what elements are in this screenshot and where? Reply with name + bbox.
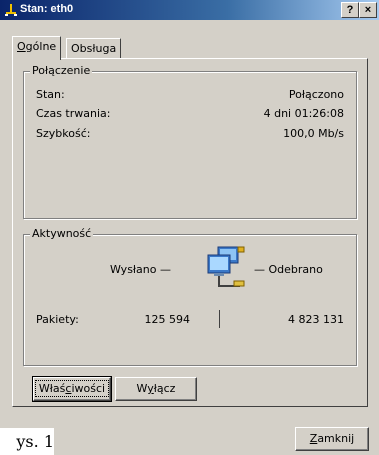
figure-caption: ys. 1 [0, 428, 54, 455]
packets-label: Pakiety: [36, 313, 79, 326]
duration-value: 4 dni 01:26:08 [263, 107, 344, 120]
tab-support[interactable]: Obsługa [66, 38, 122, 60]
close-label-rest: amknij [317, 432, 355, 445]
packets-sent-value: 125 594 [144, 313, 191, 326]
close-button[interactable]: Zamknij [295, 427, 369, 451]
tab-support-label: Obsługa [71, 42, 117, 55]
properties-label-prefix: Właś [38, 382, 66, 395]
dialog-window: Stan: eth0 ? × Ogólne Obsługa Połączenie… [0, 0, 379, 455]
close-window-button[interactable]: × [359, 2, 377, 18]
received-label: — Odebrano [254, 263, 323, 276]
window-title: Stan: eth0 [20, 3, 74, 15]
network-computers-icon [207, 246, 245, 287]
tab-general-mnemonic: O [17, 40, 26, 53]
status-label: Stan: [36, 88, 65, 101]
packets-divider [219, 310, 220, 328]
properties-button-label: Właściwości [34, 380, 110, 397]
sent-label: Wysłano — [110, 263, 171, 276]
disable-label-prefix: W [136, 382, 148, 395]
disable-label-rest: łącz [153, 382, 176, 395]
connection-group: Połączenie Stan: Połączono Czas trwania:… [23, 64, 357, 219]
speed-value: 100,0 Mb/s [283, 127, 344, 140]
status-value: Połączono [288, 88, 344, 101]
network-connection-icon [5, 4, 17, 16]
disable-button[interactable]: Wyłącz [115, 377, 197, 401]
title-bar[interactable]: Stan: eth0 ? × [0, 0, 379, 20]
activity-group: Aktywność Wysłano — — Odebrano Pakiety: … [23, 227, 357, 366]
packets-received-value: 4 823 131 [288, 313, 344, 326]
activity-group-title: Aktywność [30, 227, 94, 240]
properties-button[interactable]: Właściwości [32, 376, 112, 402]
speed-label: Szybkość: [36, 127, 91, 140]
connection-group-title: Połączenie [30, 64, 93, 77]
properties-label-rest: iwości [71, 382, 106, 395]
duration-label: Czas trwania: [36, 107, 111, 120]
tab-general-label: gólne [25, 40, 57, 53]
help-button[interactable]: ? [341, 2, 359, 18]
tab-general[interactable]: Ogólne [12, 36, 62, 60]
tab-panel: Połączenie Stan: Połączono Czas trwania:… [12, 58, 368, 407]
